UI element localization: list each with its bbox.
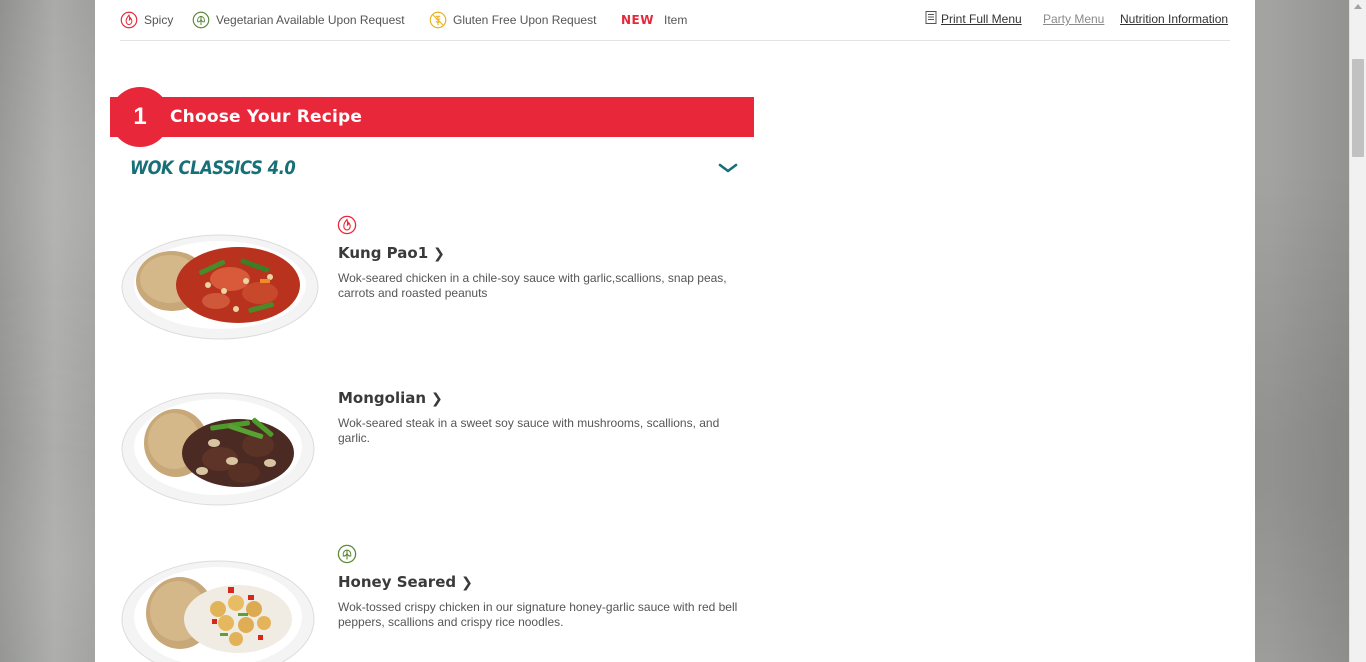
menu-legend: Spicy Vegetarian Available Upon Request …: [120, 8, 1230, 41]
scrollbar-thumb[interactable]: [1352, 59, 1364, 157]
new-badge: NEW: [621, 13, 654, 27]
menu-item-honey-seared[interactable]: Honey Seared ❯ Wok-tossed crispy chicken …: [120, 543, 760, 662]
legend-spicy-label: Spicy: [144, 13, 174, 27]
menu-item-footnote: 1: [417, 244, 429, 262]
legend-gluten-free-label: Gluten Free Upon Request: [453, 13, 597, 27]
chevron-right-icon: ❯: [433, 246, 445, 262]
menu-item-name[interactable]: Mongolian ❯: [338, 389, 443, 407]
menu-item-name-text: Mongolian: [338, 389, 427, 407]
legend-new-item-label: Item: [663, 13, 688, 27]
menu-item-name[interactable]: Honey Seared ❯: [338, 573, 473, 591]
vegetarian-icon: [192, 11, 210, 29]
legend-new-item: NEW Item: [621, 10, 687, 30]
step-number-badge: 1: [110, 87, 170, 147]
chevron-down-icon[interactable]: [717, 160, 739, 176]
spicy-icon: [120, 11, 138, 29]
category-title[interactable]: WOK CLASSICS 4.0: [130, 157, 296, 179]
menu-item-name[interactable]: Kung Pao1 ❯: [338, 244, 445, 262]
kung-pao-image: [121, 234, 319, 340]
menu-item-description: Wok-seared steak in a sweet soy sauce wi…: [338, 416, 720, 445]
menu-item-name-text: Honey Seared: [338, 573, 457, 591]
legend-spicy: Spicy: [120, 10, 173, 30]
print-full-menu-link[interactable]: Print Full Menu: [941, 12, 1022, 26]
legend-vegetarian: Vegetarian Available Upon Request: [192, 10, 405, 30]
scroll-up-arrow-icon[interactable]: [1354, 4, 1362, 9]
nutrition-information-link[interactable]: Nutrition Information: [1120, 12, 1228, 26]
menu-page: Spicy Vegetarian Available Upon Request …: [95, 0, 1255, 662]
menu-item-kung-pao[interactable]: Kung Pao1 ❯ Wok-seared chicken in a chile…: [120, 215, 760, 345]
chevron-right-icon: ❯: [431, 391, 443, 407]
print-icon[interactable]: [925, 11, 937, 24]
vegetarian-icon: [337, 544, 357, 564]
step-title: Choose Your Recipe: [170, 107, 363, 127]
chevron-right-icon: ❯: [461, 575, 473, 591]
party-menu-link[interactable]: Party Menu: [1043, 12, 1104, 26]
honey-seared-image: [121, 560, 315, 662]
vertical-scrollbar[interactable]: [1349, 0, 1366, 662]
legend-vegetarian-label: Vegetarian Available Upon Request: [216, 13, 405, 27]
gluten-free-icon: [429, 11, 447, 29]
menu-item-mongolian[interactable]: Mongolian ❯ Wok-seared steak in a sweet s…: [120, 385, 760, 515]
spicy-icon: [337, 215, 357, 235]
menu-item-description: Wok-tossed crispy chicken in our signatu…: [338, 600, 738, 629]
menu-item-description: Wok-seared chicken in a chile-soy sauce …: [338, 271, 727, 300]
legend-gluten-free: Gluten Free Upon Request: [429, 10, 596, 30]
menu-item-name-text: Kung Pao: [338, 244, 418, 262]
mongolian-image: [121, 392, 315, 506]
